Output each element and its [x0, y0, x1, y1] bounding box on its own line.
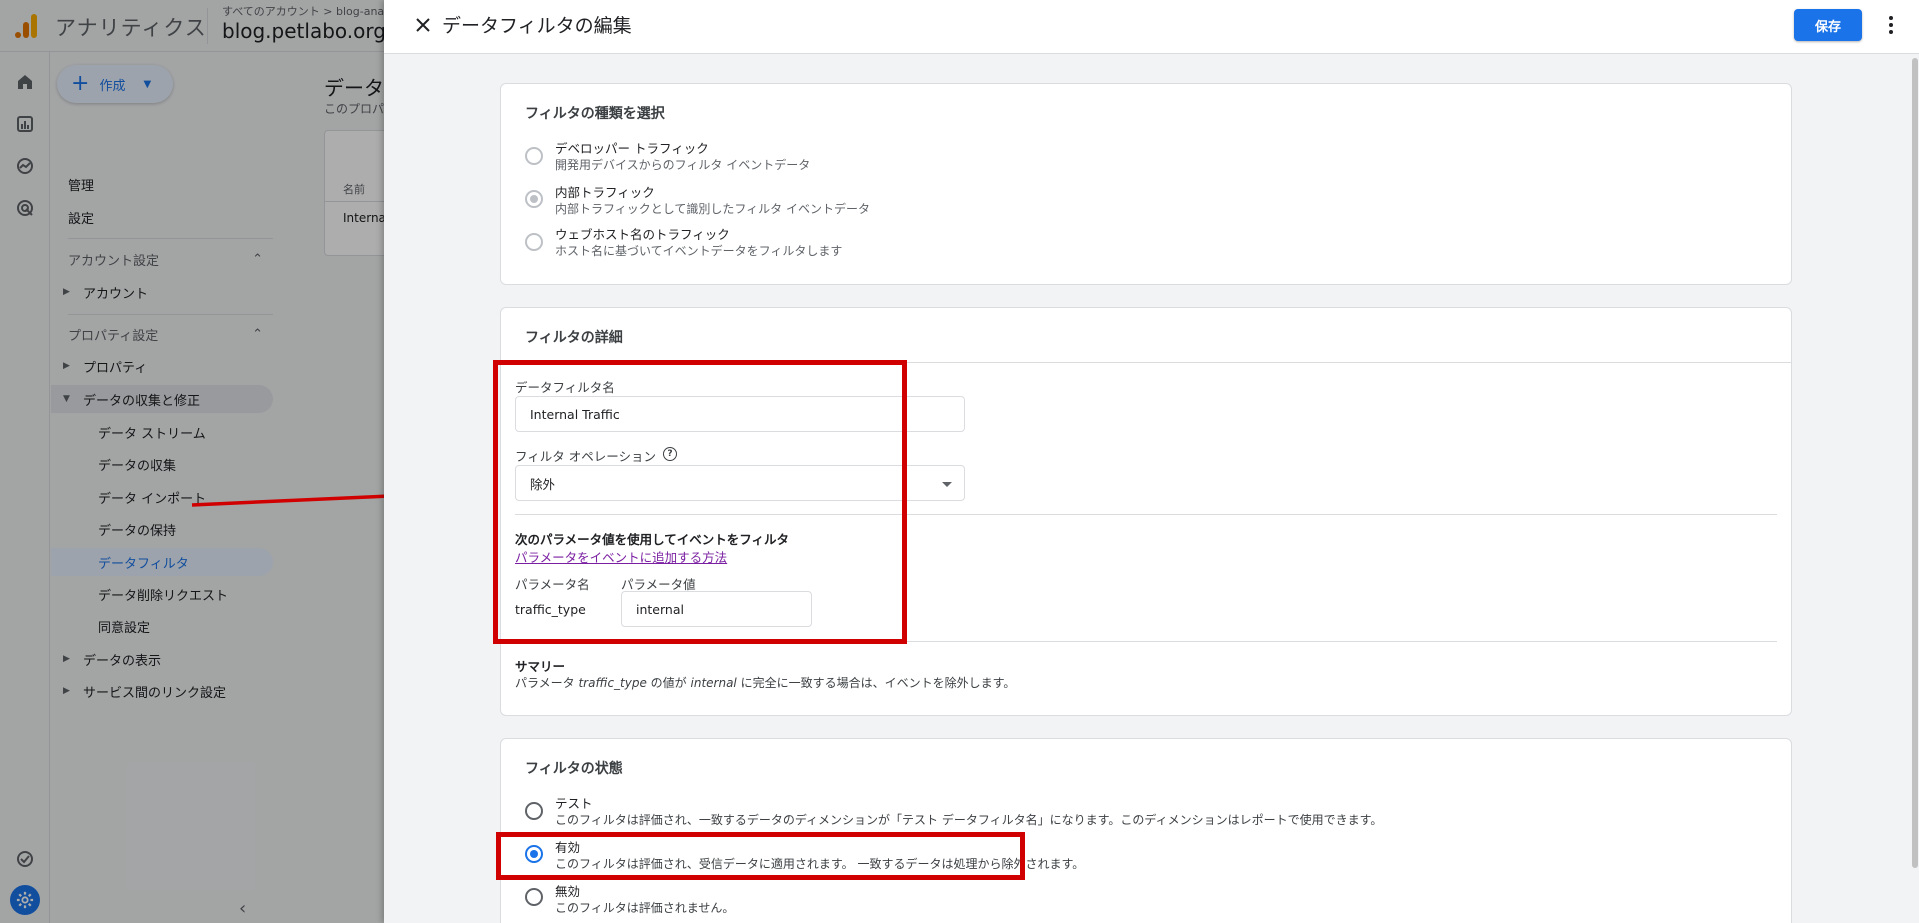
option-label: デベロッパー トラフィック	[555, 141, 709, 156]
card-title: フィルタの種類を選択	[525, 106, 665, 122]
edit-filter-drawer: データフィルタの編集 保存 フィルタの種類を選択 デベロッパー トラフィック 開…	[384, 0, 1919, 923]
option-desc: 開発用デバイスからのフィルタ イベントデータ	[555, 158, 811, 172]
option-label: ウェブホスト名のトラフィック	[555, 227, 730, 242]
option-desc: ホスト名に基づいてイベントデータをフィルタします	[555, 244, 843, 258]
drawer-header: データフィルタの編集 保存	[384, 0, 1919, 54]
radio-developer-traffic[interactable]	[525, 147, 543, 165]
option-desc: 内部トラフィックとして識別したフィルタ イベントデータ	[555, 202, 870, 216]
filter-state-card: フィルタの状態 テスト このフィルタは評価され、一致するデータのディメンションが…	[500, 738, 1792, 923]
option-label: 内部トラフィック	[555, 185, 655, 200]
radio-state-test[interactable]	[525, 802, 543, 820]
option-desc: このフィルタは評価されません。	[555, 901, 735, 915]
drawer-title: データフィルタの編集	[442, 15, 632, 37]
card-title: フィルタの詳細	[525, 330, 623, 346]
scrollbar-thumb[interactable]	[1912, 58, 1918, 868]
option-label: テスト	[555, 796, 593, 811]
close-icon[interactable]	[410, 12, 436, 38]
radio-internal-traffic[interactable]	[525, 190, 543, 208]
highlight-box-active	[496, 832, 1025, 880]
option-label: 無効	[555, 884, 581, 899]
summary-text: パラメータ traffic_type の値が internal に完全に一致する…	[515, 676, 1016, 690]
highlight-box-details	[493, 360, 907, 644]
option-desc: このフィルタは評価され、一致するデータのディメンションが「テスト データフィルタ…	[555, 813, 1383, 827]
radio-webhost-traffic[interactable]	[525, 233, 543, 251]
dropdown-arrow-icon	[942, 482, 952, 487]
card-title: フィルタの状態	[525, 761, 623, 777]
save-button[interactable]: 保存	[1794, 9, 1862, 41]
summary-title: サマリー	[515, 659, 566, 674]
filter-type-card: フィルタの種類を選択 デベロッパー トラフィック 開発用デバイスからのフィルタ …	[500, 83, 1792, 285]
more-vert-icon[interactable]	[1881, 12, 1901, 38]
radio-state-inactive[interactable]	[525, 888, 543, 906]
